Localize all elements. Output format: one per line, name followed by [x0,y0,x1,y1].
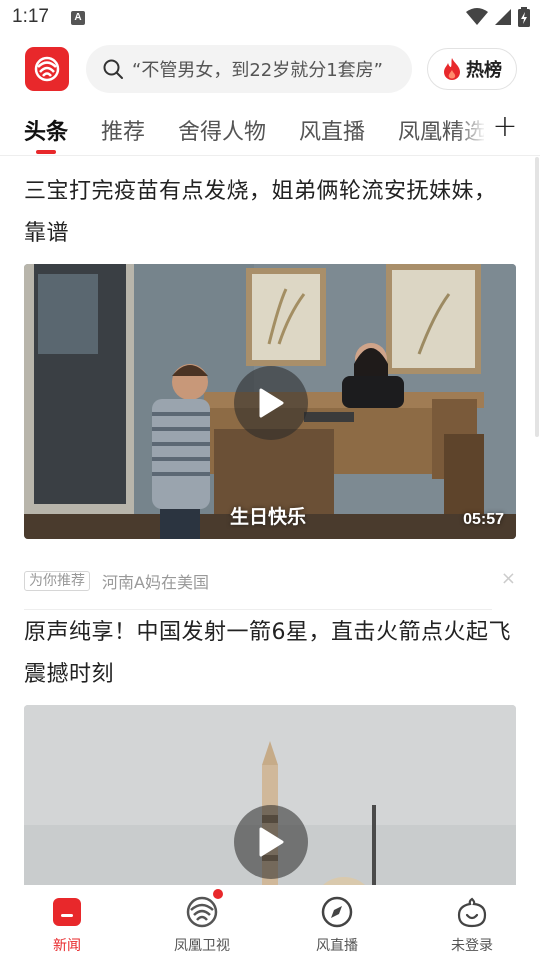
video-thumbnail[interactable] [24,705,516,885]
signal-icon [495,9,511,25]
article-meta: 为你推荐 河南A妈在美国 [24,569,209,593]
notification-dot [213,889,223,899]
category-tabs: 头条 推荐 舍得人物 风直播 凤凰精选 + [0,108,540,156]
nav-profile[interactable]: 未登录 [422,895,522,955]
flame-icon [444,58,460,80]
search-bar[interactable]: “不管男女，到22岁就分1套房” [86,45,412,93]
play-button[interactable] [234,805,308,879]
video-thumbnail[interactable]: 生日快乐 05:57 [24,264,516,539]
notification-icon: A [71,11,85,25]
hot-list-button[interactable]: 热榜 [427,48,517,90]
tab-live[interactable]: 风直播 [299,114,365,146]
phoenix-tv-icon [185,889,223,929]
nav-live[interactable]: 风直播 [287,895,387,955]
hot-list-label: 热榜 [466,60,502,81]
news-icon [50,895,84,929]
add-channel-button[interactable]: + [490,112,520,146]
divider [24,609,492,610]
compass-icon [320,895,354,929]
battery-icon [518,7,530,27]
feed-article[interactable]: 原声纯享！中国发射一箭6星，直击火箭点火起飞震撼时刻 [24,612,516,885]
active-tab-indicator [36,150,56,154]
feed-article[interactable]: 三宝打完疫苗有点发烧，姐弟俩轮流安抚妹妹，靠谱 生日快乐 05:57 为你推荐 … [24,171,516,610]
nav-news-label: 新闻 [53,938,81,954]
news-feed[interactable]: 三宝打完疫苗有点发烧，姐弟俩轮流安抚妹妹，靠谱 生日快乐 05:57 为你推荐 … [0,157,540,885]
nav-phoenix-tv[interactable]: 凤凰卫视 [152,889,252,955]
tabs-scroll[interactable]: 头条 推荐 舍得人物 风直播 凤凰精选 [0,108,484,154]
recommend-badge: 为你推荐 [24,571,90,591]
status-icons [466,6,530,28]
video-duration: 05:57 [463,511,504,528]
status-bar: 1:17 A [0,0,540,36]
article-source[interactable]: 河南A妈在美国 [102,569,209,593]
play-icon [259,388,284,418]
nav-profile-label: 未登录 [451,938,493,954]
nav-live-label: 风直播 [316,938,358,954]
bottom-nav: 新闻 凤凰卫视 风直播 未登录 [0,885,540,960]
phoenix-logo-icon[interactable] [25,47,69,91]
status-time: 1:17 [12,6,49,27]
dismiss-button[interactable]: × [501,568,516,589]
play-icon [259,827,284,857]
search-placeholder: “不管男女，到22岁就分1套房” [132,60,384,81]
tab-people[interactable]: 舍得人物 [178,114,266,146]
user-icon [455,895,489,929]
nav-phoenix-tv-label: 凤凰卫视 [174,938,230,954]
tab-recommend[interactable]: 推荐 [101,114,145,146]
search-icon [103,59,123,79]
play-button[interactable] [234,366,308,440]
scrollbar[interactable] [535,157,539,437]
nav-news[interactable]: 新闻 [17,895,117,955]
tabs-fade [456,108,484,154]
article-title[interactable]: 原声纯享！中国发射一箭6星，直击火箭点火起飞震撼时刻 [24,612,516,696]
app-header: “不管男女，到22岁就分1套房” 热榜 [0,44,540,94]
wifi-icon [466,8,488,25]
article-title[interactable]: 三宝打完疫苗有点发烧，姐弟俩轮流安抚妹妹，靠谱 [24,171,516,255]
video-caption: 生日快乐 [230,506,307,528]
tab-headline[interactable]: 头条 [24,114,68,146]
